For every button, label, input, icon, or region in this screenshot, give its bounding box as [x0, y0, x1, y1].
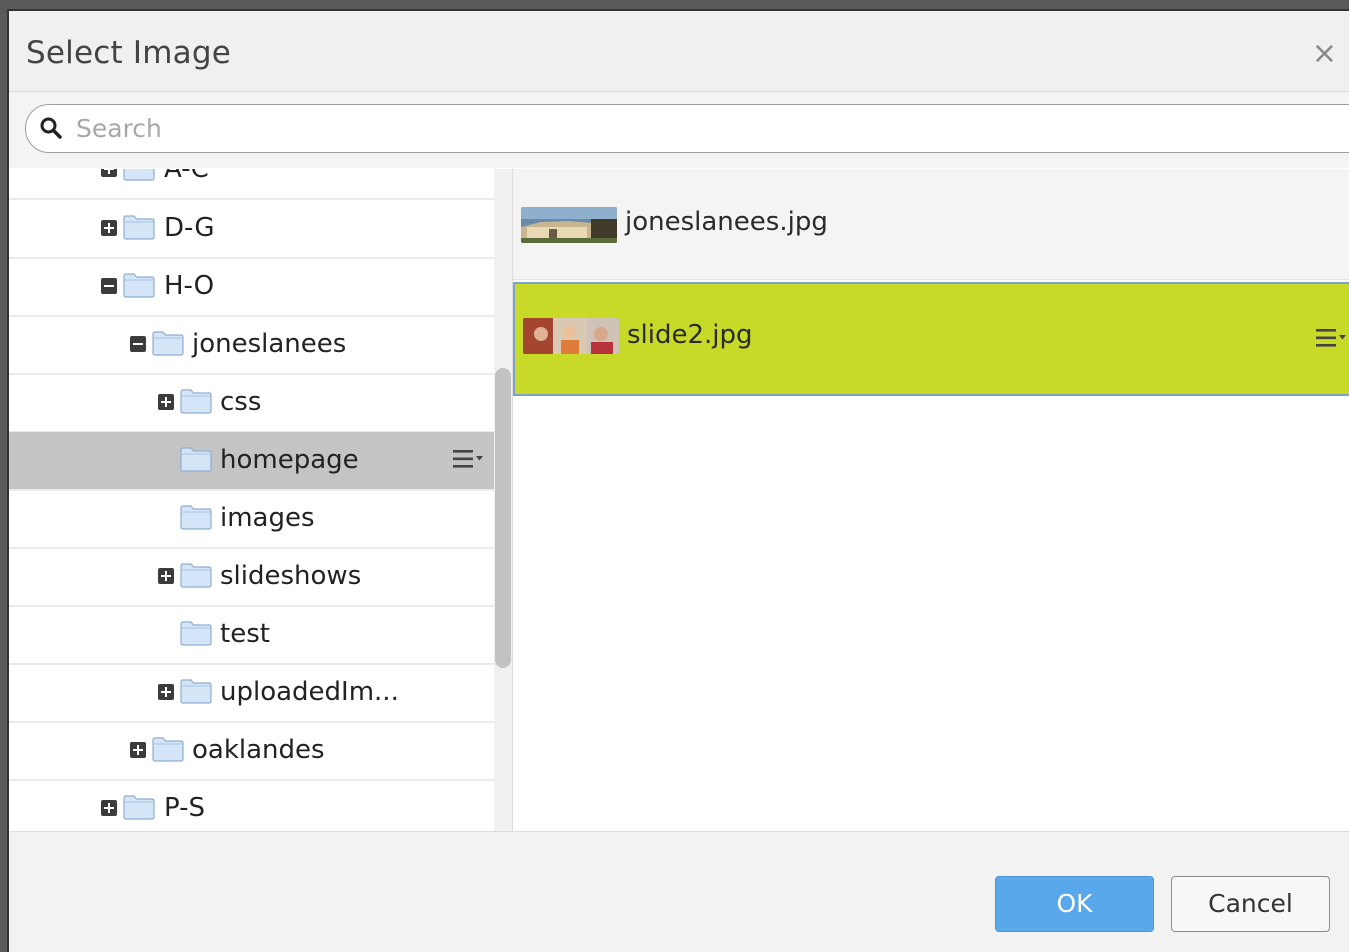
folder-icon [180, 389, 212, 414]
folder-icon [123, 169, 155, 181]
ok-button[interactable]: OK [995, 876, 1154, 932]
tree-item-images[interactable]: images [9, 490, 494, 549]
search-icon [40, 117, 62, 139]
folder-icon [180, 447, 212, 472]
tree-item-p-s[interactable]: P-S [9, 780, 494, 831]
tree-item-uploadedimages[interactable]: uploadedIm... [9, 664, 494, 723]
tree-item-homepage[interactable]: homepage [9, 432, 494, 491]
tree-item-css[interactable]: css [9, 374, 494, 433]
tree-item-h-o[interactable]: H-O [9, 258, 494, 317]
tree-item-label: homepage [220, 445, 359, 475]
tree-item-test[interactable]: test [9, 606, 494, 665]
select-image-dialog: Select Image × A-C D-G H-O [7, 9, 1349, 952]
folder-icon [152, 331, 184, 356]
expand-icon[interactable] [101, 220, 117, 236]
search-input[interactable] [74, 111, 1320, 146]
tree-item-label: P-S [164, 793, 205, 823]
folder-icon [123, 273, 155, 298]
cancel-button[interactable]: Cancel [1171, 876, 1330, 932]
tree-item-d-g[interactable]: D-G [9, 200, 494, 259]
close-icon[interactable]: × [1312, 39, 1337, 69]
expand-icon[interactable] [130, 742, 146, 758]
file-name: joneslanees.jpg [625, 207, 828, 237]
image-thumbnail [521, 207, 617, 243]
scrollbar-thumb[interactable] [495, 368, 511, 668]
folder-icon [152, 737, 184, 762]
tree-scrollbar[interactable] [494, 169, 513, 831]
folder-icon [180, 563, 212, 588]
tree-item-label: css [220, 387, 262, 417]
search-bar [9, 92, 1349, 168]
folder-icon [123, 795, 155, 820]
tree-item-label: uploadedIm... [220, 677, 399, 707]
tree-item-label: joneslanees [192, 329, 347, 359]
folder-icon [180, 621, 212, 646]
expand-icon[interactable] [158, 568, 174, 584]
menu-icon[interactable] [1315, 327, 1349, 349]
dialog-footer: OK Cancel [9, 831, 1349, 952]
tree-item-label: images [220, 503, 315, 533]
tree-item-a-c[interactable]: A-C [9, 169, 494, 200]
tree-item-joneslanees[interactable]: joneslanees [9, 316, 494, 375]
collapse-icon[interactable] [130, 336, 146, 352]
tree-item-label: test [220, 619, 270, 649]
tree-item-slideshows[interactable]: slideshows [9, 548, 494, 607]
collapse-icon[interactable] [101, 278, 117, 294]
folder-icon [123, 215, 155, 240]
dialog-header: Select Image × [9, 11, 1349, 92]
tree-item-oaklandes[interactable]: oaklandes [9, 722, 494, 781]
tree-item-label: D-G [164, 213, 215, 243]
folder-tree: A-C D-G H-O joneslanees css homepage ima… [9, 169, 494, 831]
image-thumbnail [523, 318, 619, 354]
dialog-title: Select Image [26, 35, 231, 71]
file-item-joneslanees[interactable]: joneslanees.jpg [513, 169, 1349, 280]
folder-icon [180, 679, 212, 704]
expand-icon[interactable] [158, 684, 174, 700]
expand-icon[interactable] [158, 394, 174, 410]
expand-icon[interactable] [101, 169, 117, 177]
menu-icon[interactable] [452, 448, 486, 470]
tree-item-label: H-O [164, 271, 215, 301]
file-list: joneslanees.jpg slide2.jpg [513, 169, 1349, 831]
tree-item-label: oaklandes [192, 735, 325, 765]
tree-item-label: slideshows [220, 561, 362, 591]
file-item-slide2[interactable]: slide2.jpg [513, 282, 1349, 396]
expand-icon[interactable] [101, 800, 117, 816]
search-box[interactable] [25, 104, 1349, 153]
tree-item-label: A-C [164, 169, 209, 184]
file-name: slide2.jpg [627, 320, 753, 350]
folder-icon [180, 505, 212, 530]
